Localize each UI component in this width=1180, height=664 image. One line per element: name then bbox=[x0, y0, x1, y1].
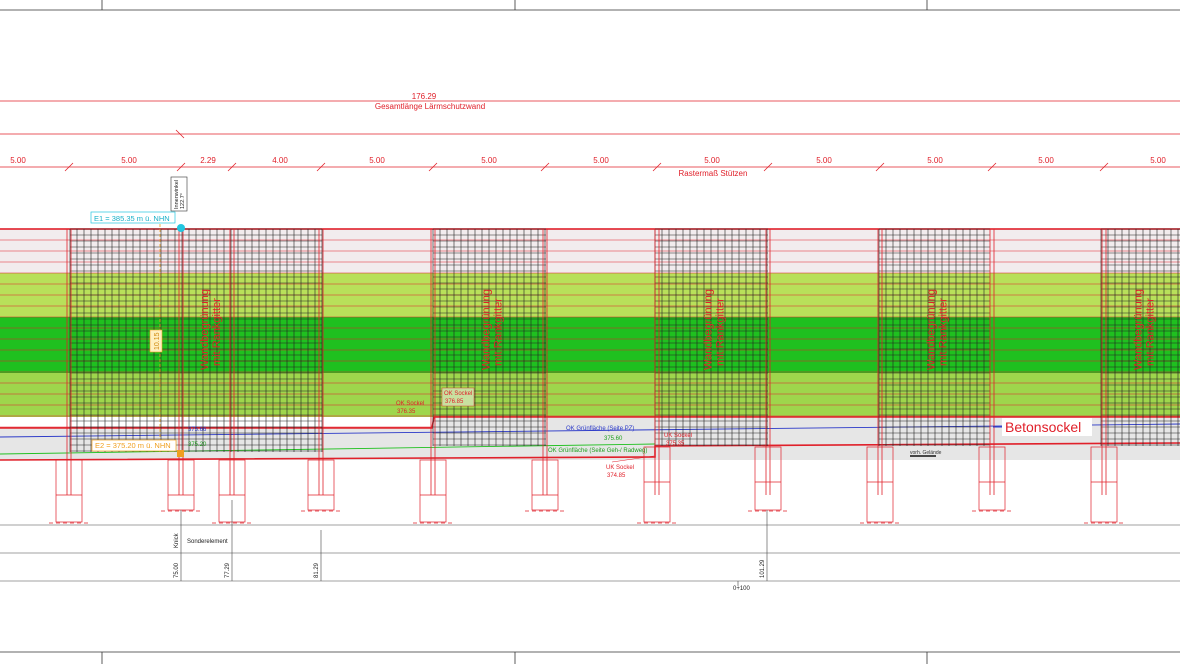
overall-dimension: 176.29 Gesamtlänge Lärmschutzwand bbox=[0, 92, 1180, 139]
panel-label-line1: Wandbegrünung bbox=[481, 289, 493, 370]
panel-label-line2: mit Rankgitter bbox=[493, 298, 505, 366]
level-e2-label: E2 = 375.20 m ü. NHN bbox=[95, 441, 171, 450]
station-value: 101.29 bbox=[760, 559, 766, 578]
level-e1-label: E1 = 385.35 m ü. NHN bbox=[94, 214, 170, 223]
grid-spacing-label: 5.00 bbox=[927, 156, 943, 165]
overall-length-label: Gesamtlänge Lärmschutzwand bbox=[375, 102, 485, 111]
height-dimension: 10.15 bbox=[154, 332, 161, 350]
foundation bbox=[49, 459, 89, 524]
uk-sockel-low-label: UK Sockel bbox=[606, 465, 634, 471]
ok-sockel-left-value: 376.35 bbox=[397, 409, 416, 415]
ok-sockel-mid-label: OK Sockel bbox=[444, 391, 472, 397]
grid-spacing-label: 5.00 bbox=[1038, 156, 1054, 165]
station-value: 75.00 bbox=[174, 562, 180, 578]
column-grid-dimension: Rastermaß Stützen 5.00 5.00 2.29 4.00 5.00 5.… bbox=[0, 156, 1180, 178]
sonder-label: Sonderelement bbox=[187, 539, 228, 545]
small-level-b: 375.20 bbox=[188, 442, 207, 448]
panel-label-line1: Wandbegrünung bbox=[926, 289, 938, 370]
station-band: Knick Sonderelement 0+100 75.00 77.29 81.2… bbox=[0, 500, 1180, 592]
overall-length-value: 176.29 bbox=[412, 92, 437, 101]
elevation-drawing: 176.29 Gesamtlänge Lärmschutzwand Raster… bbox=[0, 0, 1180, 664]
column-grid-label: Rastermaß Stützen bbox=[679, 169, 748, 178]
foundation bbox=[525, 459, 565, 512]
uk-sockel-low-value: 374.85 bbox=[607, 473, 626, 479]
small-level-a: 375.66 bbox=[188, 427, 207, 433]
station-value: 81.29 bbox=[314, 562, 320, 578]
gruen-pz-label: OK Grünfläche (Seite PZ) bbox=[566, 426, 634, 432]
panel-label-line2: mit Rankgitter bbox=[1145, 298, 1157, 366]
station-value: 77.29 bbox=[225, 562, 231, 578]
betonsockel-callout: Betonsockel bbox=[993, 418, 1092, 436]
panel-label-line1: Wandbegrünung bbox=[1133, 289, 1145, 370]
grid-spacing-label: 5.00 bbox=[481, 156, 497, 165]
panel-label-line1: Wandbegrünung bbox=[703, 289, 715, 370]
wall-green-band bbox=[0, 317, 1180, 373]
ok-sockel-left-label: OK Sockel bbox=[396, 401, 424, 407]
panel-label-line2: mit Rankgitter bbox=[715, 298, 727, 366]
grid-spacing-label: 5.00 bbox=[816, 156, 832, 165]
uk-sockel-right-label: UK Sockel bbox=[664, 433, 692, 439]
gelaende-label: vorh. Gelände bbox=[910, 450, 942, 456]
corner-note: Innenwinkel 122.7° bbox=[170, 176, 188, 212]
knick-label: Knick bbox=[174, 532, 180, 548]
foundation bbox=[161, 459, 201, 512]
grid-spacing-label: 5.00 bbox=[704, 156, 720, 165]
foundation bbox=[413, 459, 453, 524]
gruen-geh-label: OK Grünfläche (Seite Geh-/ Radweg) bbox=[548, 448, 647, 454]
level-e2-marker bbox=[177, 450, 184, 457]
panel-label-line2: mit Rankgitter bbox=[938, 298, 950, 366]
grid-spacing-label: 4.00 bbox=[272, 156, 288, 165]
grid-spacing-label: 5.00 bbox=[1150, 156, 1166, 165]
grid-spacing-label: 5.00 bbox=[593, 156, 609, 165]
grid-spacing-label: 5.00 bbox=[369, 156, 385, 165]
gruen-value: 375.60 bbox=[604, 436, 623, 442]
grid-spacing-label: 5.00 bbox=[121, 156, 137, 165]
corner-note-line2: 122.7° bbox=[180, 193, 186, 209]
grid-spacing-label: 2.29 bbox=[200, 156, 216, 165]
panel-label-line1: Wandbegrünung bbox=[199, 289, 211, 370]
level-e1-marker bbox=[177, 224, 185, 232]
foundation bbox=[301, 459, 341, 512]
chainage-label: 0+100 bbox=[733, 586, 751, 592]
panel-label-line2: mit Rankgitter bbox=[211, 298, 223, 366]
betonsockel-label: Betonsockel bbox=[1005, 419, 1081, 435]
ok-sockel-mid-value: 376.85 bbox=[445, 399, 464, 405]
wall-light-green-band-lower bbox=[0, 373, 1180, 417]
grid-spacing-label: 5.00 bbox=[10, 156, 26, 165]
uk-sockel-right-value: 375.35 bbox=[666, 441, 685, 447]
